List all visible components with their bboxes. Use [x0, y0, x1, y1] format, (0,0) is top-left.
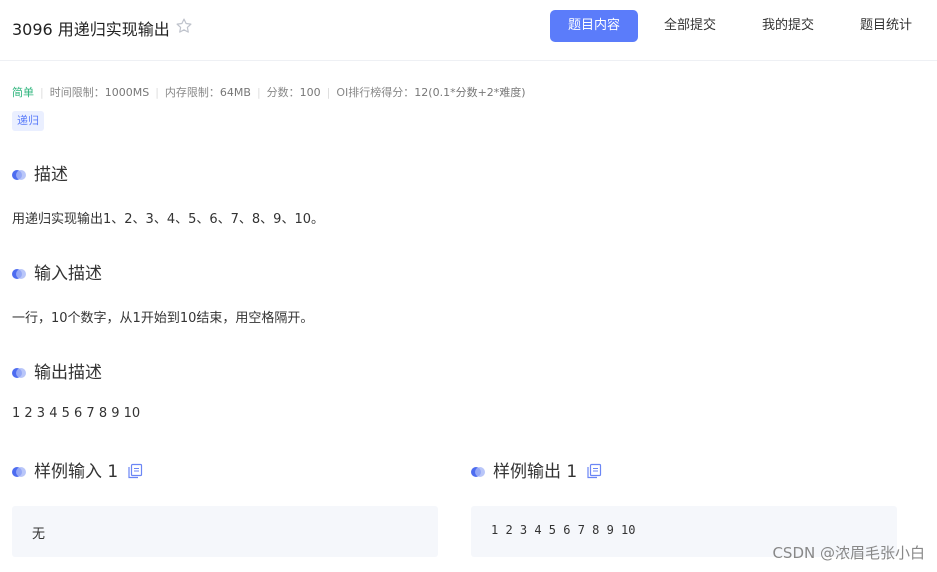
- sample-input-heading-label: 样例输入 1: [34, 462, 119, 482]
- time-limit-label: 时间限制：: [49, 86, 105, 99]
- description-text: 用递归实现输出1、2、3、4、5、6、7、8、9、10。: [12, 212, 324, 227]
- copy-sample-input-icon[interactable]: [127, 463, 143, 479]
- memory-limit-value: 64MB: [219, 86, 251, 99]
- sample-output-heading-label: 样例输出 1: [493, 462, 578, 482]
- oi-score-value: 12(0.1*分数+2*难度): [414, 86, 526, 99]
- watermark: CSDN @浓眉毛张小白: [772, 544, 925, 562]
- problem-header: 3096 用递归实现输出 题目内容 全部提交 我的提交 题目统计: [0, 0, 937, 61]
- sample-input-box: 无: [12, 506, 438, 557]
- section-bullet-icon: [12, 269, 26, 279]
- tab-problem-stats[interactable]: 题目统计: [860, 10, 912, 42]
- tag-recursion[interactable]: 递归: [12, 111, 44, 131]
- difficulty-badge: 简单: [12, 86, 34, 99]
- problem-meta: 简单 | 时间限制：1000MS | 内存限制：64MB | 分数：100 | OI排行榜得分：…: [12, 86, 526, 99]
- favorite-star-icon[interactable]: [175, 17, 193, 35]
- time-limit-value: 1000MS: [104, 86, 150, 99]
- description-heading-label: 描述: [34, 165, 68, 185]
- section-bullet-icon: [12, 170, 26, 180]
- sample-input-value: 无: [32, 527, 46, 542]
- tab-all-submissions[interactable]: 全部提交: [664, 10, 716, 42]
- section-bullet-icon: [12, 467, 26, 477]
- tab-my-submissions[interactable]: 我的提交: [762, 10, 814, 42]
- output-heading-label: 输出描述: [34, 363, 102, 383]
- output-description-text: 1 2 3 4 5 6 7 8 9 10: [12, 406, 141, 421]
- input-description-text: 一行，10个数字，从1开始到10结束，用空格隔开。: [12, 311, 314, 326]
- section-bullet-icon: [471, 467, 485, 477]
- score-label: 分数：: [266, 86, 300, 99]
- sample-output-value: 1 2 3 4 5 6 7 8 9 10: [491, 523, 636, 537]
- tab-problem-content[interactable]: 题目内容: [550, 10, 638, 42]
- memory-limit-label: 内存限制：: [164, 86, 220, 99]
- oi-score-label: OI排行榜得分：: [336, 86, 415, 99]
- copy-sample-output-icon[interactable]: [586, 463, 602, 479]
- problem-title: 3096 用递归实现输出: [12, 20, 170, 39]
- section-bullet-icon: [12, 368, 26, 378]
- input-heading-label: 输入描述: [34, 264, 102, 284]
- score-value: 100: [299, 86, 321, 99]
